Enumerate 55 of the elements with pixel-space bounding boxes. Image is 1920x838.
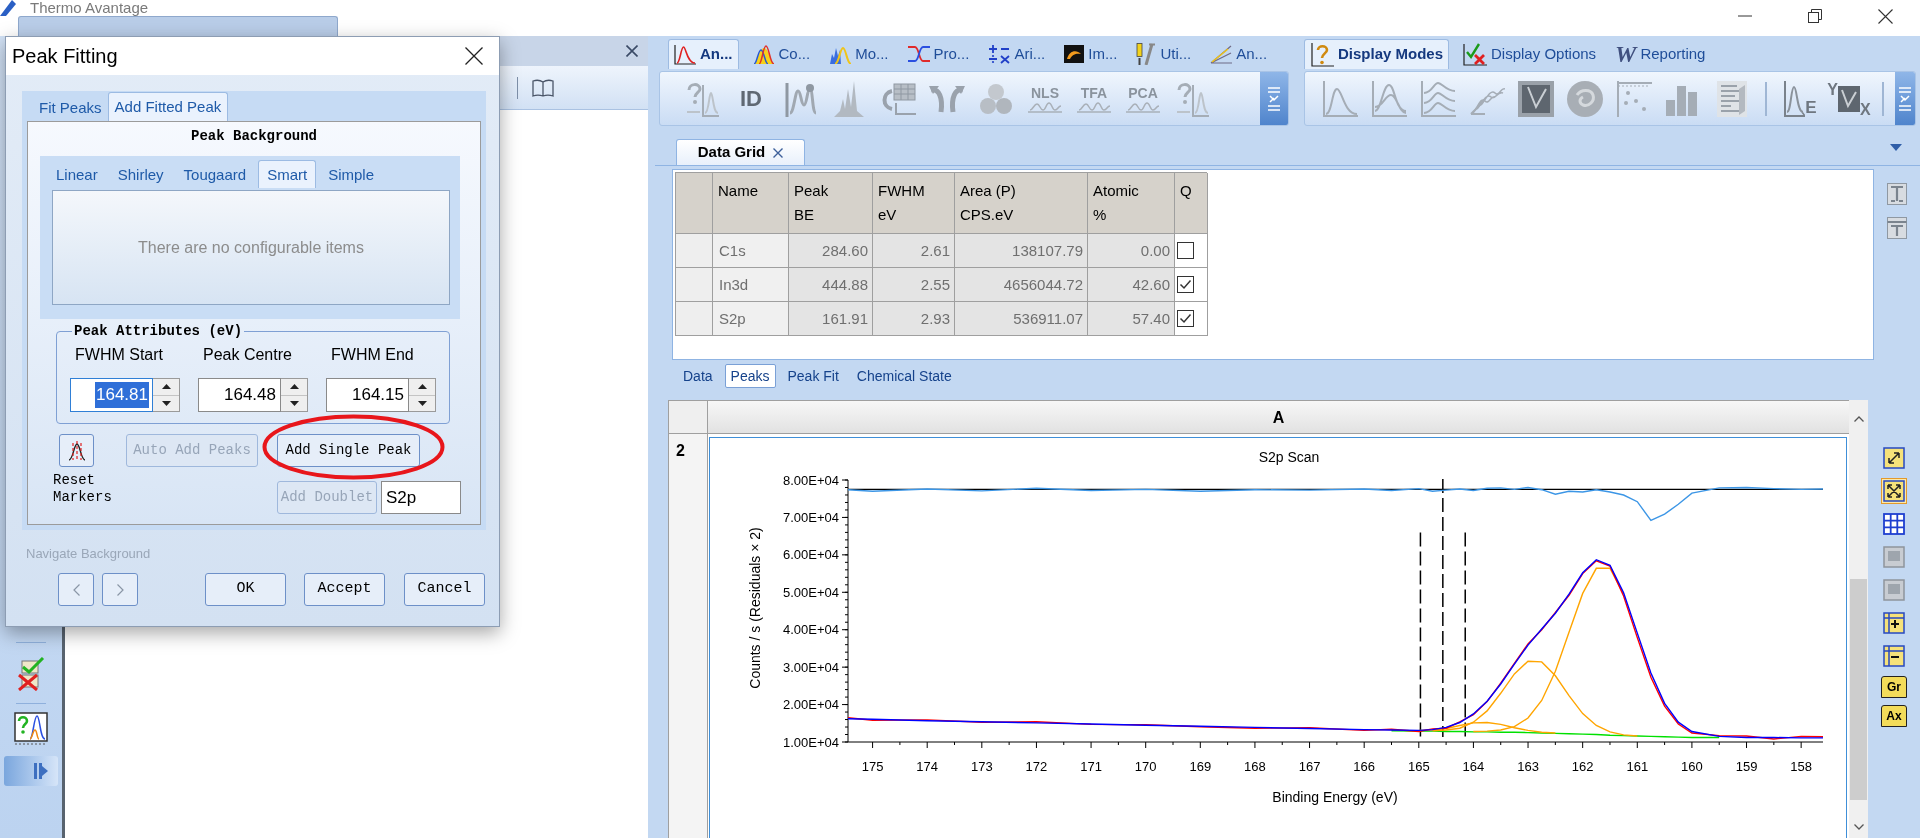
tick-label: 5.00E+04 [782,584,839,600]
tick-label: 6.00E+04 [782,547,839,563]
dialog-title: Peak Fitting [11,44,118,69]
logo-letter: W [1615,42,1637,66]
table-cell: In3d [713,268,789,302]
table-cell: 57.40 [1088,302,1175,336]
table-cell: 2.61 [873,234,955,268]
table-cell: 0.00 [1088,234,1175,268]
tick-label: 172 [1025,759,1048,774]
table-cell: 2.93 [873,302,955,336]
tick-label: 8.00E+04 [782,472,839,488]
tick-label: 170 [1134,759,1157,774]
tick-label: 167 [1298,759,1321,774]
window-title: Thermo Avantage [30,0,149,16]
tick-label: 166 [1353,759,1376,774]
table-cell: 42.60 [1088,268,1175,302]
table-cell: 138107.79 [955,234,1088,268]
table-cell: 4656044.72 [955,268,1088,302]
field-label: FWHM End [330,345,415,365]
tick-label: 159 [1735,759,1758,774]
tick-label: 171 [1080,759,1102,774]
table-cell: 2.55 [873,268,955,302]
axis-title: Counts / s (Residuals × 2) [747,527,763,689]
tick-label: 3.00E+04 [782,659,839,675]
tick-label: 162 [1571,759,1594,774]
empty-message: There are no configurable items [138,237,364,258]
tick-label: 4.00E+04 [782,622,839,638]
section-label: Navigate Background [26,545,152,563]
chart-title: S2p Scan [1258,449,1320,465]
tick-label: 169 [1189,759,1212,774]
table-cell: 161.91 [789,302,873,336]
table-cell: S2p [713,302,789,336]
table-cell: 284.60 [789,234,873,268]
group-legend: Peak Attributes (eV) [72,323,245,340]
field-label: FWHM Start [74,345,164,365]
tick-label: 174 [916,759,939,774]
tick-label: 163 [1517,759,1539,774]
tick-label: 175 [861,759,884,774]
table-cell: 444.88 [789,268,873,302]
tick-label: 165 [1407,759,1430,774]
tick-label: 160 [1681,759,1703,774]
axis-title: Binding Energy (eV) [1272,789,1398,805]
button-caption: Reset Markers [53,472,113,506]
tick-label: 158 [1790,759,1812,774]
field-label: Peak Centre [202,345,293,365]
tick-label: 168 [1244,759,1266,774]
tick-label: 1.00E+04 [782,734,839,750]
tick-label: 161 [1626,759,1649,774]
tick-label: 7.00E+04 [782,509,839,525]
table-cell: C1s [713,234,789,268]
table-cell: 536911.07 [955,302,1088,336]
group-title: Peak Background [190,127,318,146]
tick-label: 173 [970,759,993,774]
tick-label: 2.00E+04 [782,697,839,713]
tick-label: 164 [1462,759,1485,774]
